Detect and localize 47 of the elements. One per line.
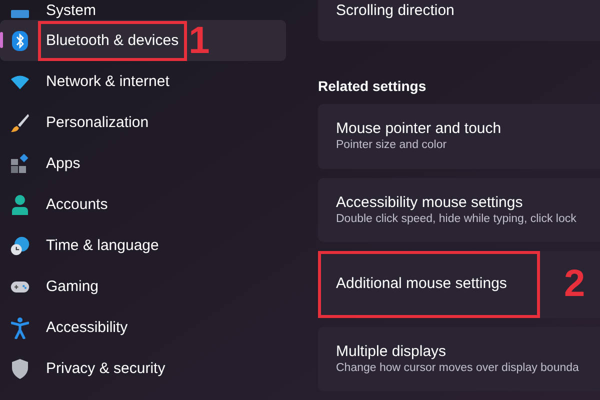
- item-label: Apps: [46, 154, 80, 172]
- settings-card[interactable]: Mouse pointer and touch Pointer size and color: [318, 104, 600, 169]
- item-label: Accounts: [46, 196, 108, 214]
- gamepad-icon: [10, 278, 30, 294]
- highlighted-label: Bluetooth & devices: [38, 20, 187, 60]
- card-title: Scrolling direction: [336, 1, 456, 21]
- globe-clock-icon: [10, 234, 30, 256]
- sidebar-item[interactable]: Personalization: [0, 102, 286, 143]
- sidebar-item[interactable]: Accounts: [0, 184, 286, 225]
- settings-card[interactable]: Additional mouse settings 2: [318, 250, 600, 318]
- apps-icon: [10, 154, 30, 174]
- annotation-number: 1: [188, 22, 210, 60]
- item-label: Accessibility: [46, 318, 128, 336]
- sidebar-item[interactable]: Bluetooth & devices 1: [0, 20, 286, 61]
- section-title: Related settings: [318, 77, 428, 96]
- card-title: Multiple displays: [336, 342, 448, 361]
- item-label: Privacy & security: [46, 360, 166, 378]
- sidebar-item[interactable]: Network & internet: [0, 61, 286, 102]
- card-subtitle: Pointer size and color: [336, 138, 448, 154]
- sidebar-item[interactable]: Apps: [0, 143, 286, 184]
- card-title: Accessibility mouse settings: [336, 192, 524, 212]
- bluetooth-icon: [12, 30, 28, 50]
- item-label: Network & internet: [46, 72, 170, 90]
- settings-card[interactable]: Accessibility mouse settings Double click speed, hide while typing, click lock: [318, 178, 600, 242]
- person-icon: [11, 194, 29, 214]
- paintbrush-icon: [10, 112, 30, 132]
- monitor-icon: [10, 10, 30, 20]
- card-subtitle: Double click speed, hide while typing, click lock: [336, 212, 578, 227]
- item-label: System: [46, 2, 96, 20]
- sidebar-item[interactable]: Time & language: [0, 225, 286, 266]
- card-title: Mouse pointer and touch: [336, 119, 502, 138]
- annotation-number: 2: [564, 265, 586, 304]
- sidebar-item[interactable]: Gaming: [0, 266, 286, 307]
- accessibility-icon: [11, 316, 29, 338]
- sidebar-item[interactable]: System: [0, 0, 286, 20]
- settings-card[interactable]: Multiple displays Change how cursor moves over display bounda: [318, 326, 600, 392]
- wifi-icon: [10, 74, 30, 90]
- sidebar-item[interactable]: Privacy & security: [0, 348, 286, 389]
- item-label: Personalization: [46, 114, 149, 132]
- item-label: Gaming: [46, 278, 99, 296]
- settings-card[interactable]: Scrolling direction: [318, 0, 600, 42]
- card-subtitle: Change how cursor moves over display bounda: [336, 360, 580, 376]
- selection-indicator: [0, 32, 3, 48]
- item-label: Time & language: [46, 236, 159, 254]
- shield-icon: [11, 358, 29, 378]
- sidebar-item[interactable]: Accessibility: [0, 307, 286, 348]
- card-title: Additional mouse settings: [336, 274, 507, 294]
